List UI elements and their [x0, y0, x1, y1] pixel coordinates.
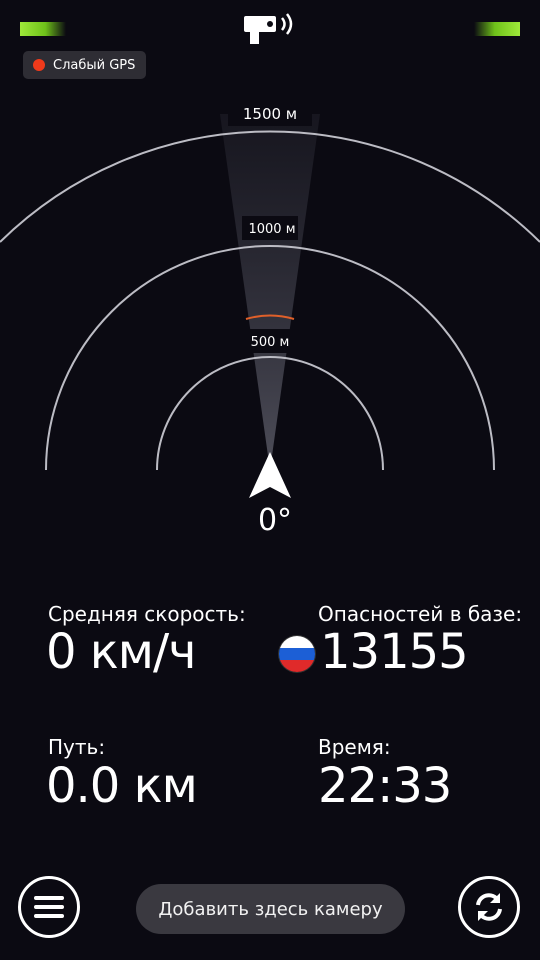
refresh-icon	[476, 893, 502, 921]
dangers-count-value: 13155	[320, 624, 469, 680]
average-speed-value: 0 км/ч	[46, 624, 197, 680]
menu-button[interactable]	[18, 876, 80, 938]
navigation-arrow-icon	[249, 452, 291, 498]
distance-label: Путь:	[48, 735, 106, 759]
radar-beam	[220, 114, 320, 470]
refresh-button[interactable]	[458, 876, 520, 938]
hamburger-menu-icon	[34, 896, 64, 918]
russia-flag-icon	[279, 636, 315, 672]
time-label: Время:	[318, 735, 391, 759]
add-camera-button[interactable]: Добавить здесь камеру	[136, 884, 405, 934]
heading-value: 0°	[257, 503, 293, 538]
ring-label-500: 500 м	[251, 335, 290, 350]
add-camera-label: Добавить здесь камеру	[158, 898, 383, 920]
average-speed-label: Средняя скорость:	[48, 602, 246, 626]
time-value: 22:33	[318, 758, 452, 814]
distance-value: 0.0 км	[46, 758, 198, 814]
dangers-count-label: Опасностей в базе:	[318, 602, 523, 626]
ring-label-1000: 1000 м	[248, 222, 295, 237]
ring-label-1500: 1500 м	[243, 105, 297, 123]
